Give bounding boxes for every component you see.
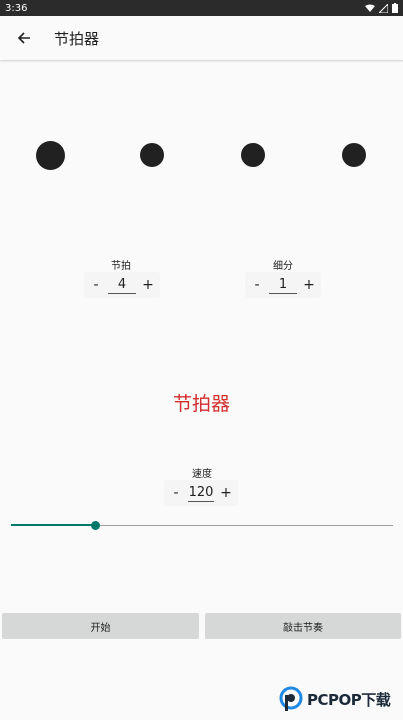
subdivision-counter: - 1 + — [245, 272, 321, 298]
watermark-text: PCPOP下载 — [307, 690, 391, 709]
start-button[interactable]: 开始 — [2, 613, 199, 639]
battery-icon — [392, 3, 398, 13]
beat-counter: - 4 + — [84, 272, 160, 298]
beat-indicator-3 — [241, 143, 265, 167]
tempo-slider[interactable] — [11, 520, 393, 532]
metronome-title: 节拍器 — [172, 393, 230, 415]
subdivision-value[interactable]: 1 — [269, 277, 297, 294]
back-button[interactable] — [0, 16, 48, 60]
status-time: 3:36 — [5, 2, 28, 14]
signal-icon — [379, 3, 388, 13]
beat-decrease-button[interactable]: - — [84, 277, 108, 293]
beat-indicator-2 — [140, 143, 164, 167]
subdivision-decrease-button[interactable]: - — [245, 277, 269, 293]
status-bar: 3:36 — [0, 0, 403, 16]
beat-value[interactable]: 4 — [108, 277, 136, 294]
subdivision-counter-label: 细分 — [273, 261, 293, 272]
app-bar: 节拍器 — [0, 16, 403, 60]
app-title: 节拍器 — [54, 29, 100, 48]
tempo-label: 速度 — [192, 469, 212, 480]
tempo-decrease-button[interactable]: - — [164, 485, 188, 501]
wifi-icon — [365, 4, 375, 12]
watermark: PCPOP下载 — [279, 684, 401, 714]
arrow-back-icon — [17, 32, 30, 44]
tempo-value[interactable]: 120 — [188, 485, 214, 502]
beat-indicator-1 — [36, 141, 65, 170]
subdivision-increase-button[interactable]: + — [297, 277, 321, 293]
tempo-counter: - 120 + — [164, 480, 238, 506]
pcpop-logo-icon — [279, 686, 303, 711]
beat-indicator-4 — [342, 143, 366, 167]
status-icons — [365, 3, 398, 13]
beat-increase-button[interactable]: + — [136, 277, 160, 293]
slider-fill — [11, 524, 96, 526]
beat-counter-label: 节拍 — [111, 261, 131, 272]
tempo-increase-button[interactable]: + — [214, 485, 238, 501]
tap-tempo-button[interactable]: 敲击节奏 — [205, 613, 401, 639]
slider-thumb[interactable] — [91, 521, 101, 530]
